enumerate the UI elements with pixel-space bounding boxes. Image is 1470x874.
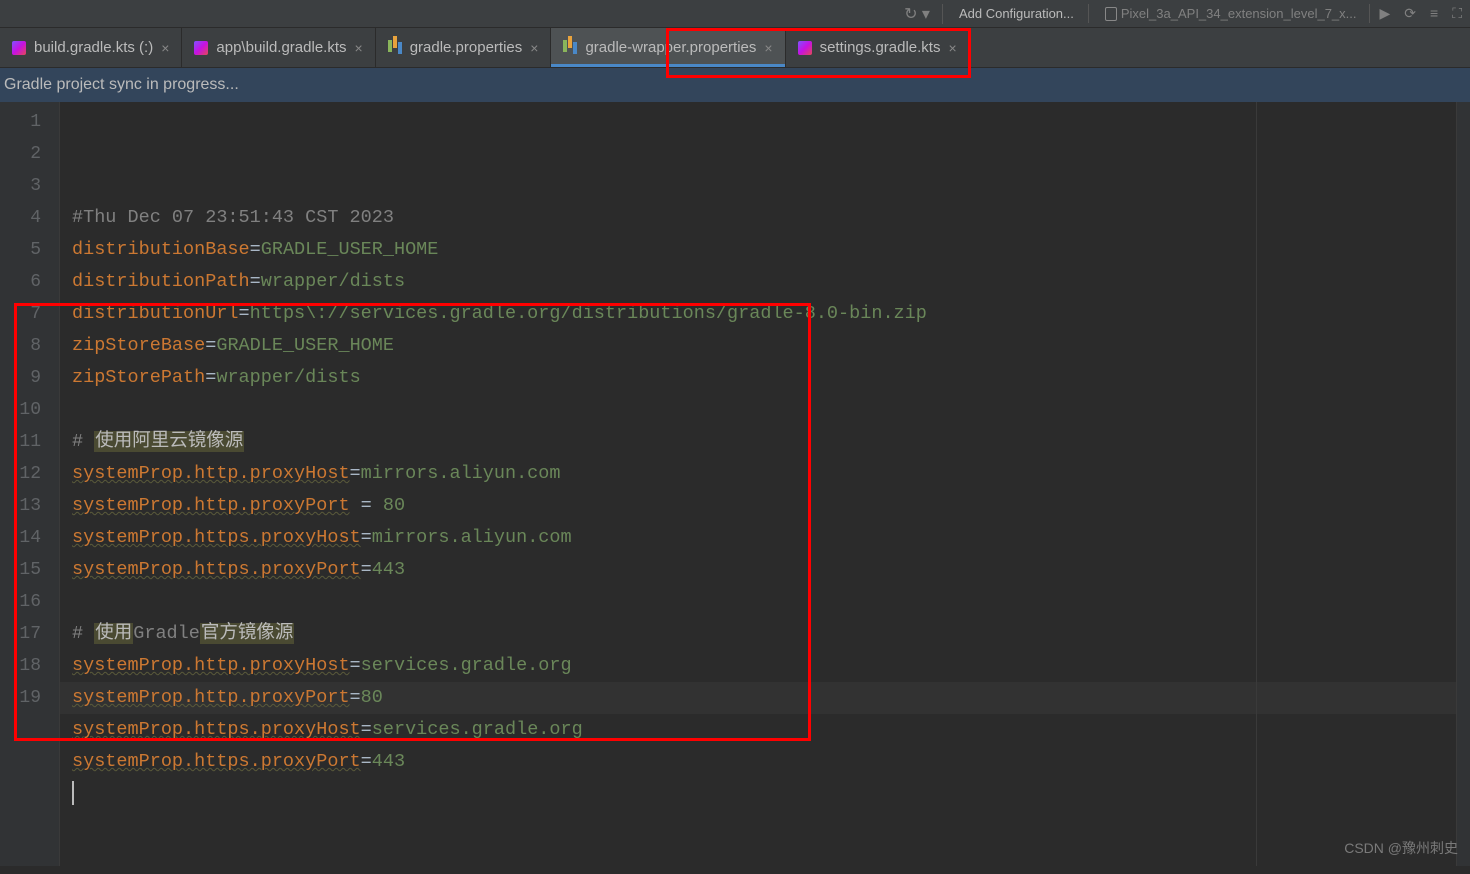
tab-build-gradle-kts----[interactable]: build.gradle.kts (:) × [0,28,182,67]
tab-gradle-properties[interactable]: gradle.properties × [376,28,552,67]
profile-icon[interactable]: ≡ [1430,5,1438,22]
run-icon[interactable]: ▶ [1380,5,1391,22]
code-line: systemProp.http.proxyPort = 80 [72,490,1456,522]
line-number: 6 [0,266,41,298]
props-file-icon [563,39,577,56]
line-number: 17 [0,618,41,650]
tab-label: build.gradle.kts (:) [34,39,153,56]
debug-icon[interactable]: ⟳ [1404,5,1416,22]
watermark: CSDN @豫州刺史 [1344,838,1458,858]
line-number: 19 [0,682,41,714]
code-line: distributionPath=wrapper/dists [72,266,1456,298]
line-number: 16 [0,586,41,618]
line-number: 4 [0,202,41,234]
code-line: distributionUrl=https\://services.gradle… [72,298,1456,330]
code-line: # 使用阿里云镜像源 [72,426,1456,458]
close-icon[interactable]: × [530,40,538,56]
code-area[interactable]: #Thu Dec 07 23:51:43 CST 2023distributio… [60,102,1456,866]
sync-message: Gradle project sync in progress... [4,76,239,94]
line-number: 7 [0,298,41,330]
kts-file-icon [12,41,26,55]
kts-file-icon [798,41,812,55]
close-icon[interactable]: × [764,40,772,56]
sync-progress-bar: Gradle project sync in progress... [0,68,1470,102]
line-number: 5 [0,234,41,266]
device-icon [1105,7,1117,21]
line-number: 10 [0,394,41,426]
device-label: Pixel_3a_API_34_extension_level_7_x... [1121,6,1357,21]
code-line: systemProp.https.proxyPort=443 [72,746,1456,778]
stop-icon[interactable]: ⛶ [1452,5,1462,22]
tab-label: gradle-wrapper.properties [585,39,756,56]
line-number: 3 [0,170,41,202]
close-icon[interactable]: × [161,40,169,56]
editor-tabs: build.gradle.kts (:)×app\build.gradle.kt… [0,28,1470,68]
tab-label: settings.gradle.kts [820,39,941,56]
line-number: 8 [0,330,41,362]
line-number: 11 [0,426,41,458]
code-line: systemProp.https.proxyHost=services.grad… [72,714,1456,746]
line-number: 9 [0,362,41,394]
code-line: zipStorePath=wrapper/dists [72,362,1456,394]
main-toolbar: ↻ ▾ Add Configuration... Pixel_3a_API_34… [0,0,1470,28]
line-number: 12 [0,458,41,490]
tab-label: gradle.properties [410,39,523,56]
code-line: distributionBase=GRADLE_USER_HOME [72,234,1456,266]
code-line: #Thu Dec 07 23:51:43 CST 2023 [72,202,1456,234]
code-editor[interactable]: 12345678910111213141516171819 #Thu Dec 0… [0,102,1470,866]
code-line: systemProp.https.proxyHost=mirrors.aliyu… [72,522,1456,554]
code-line: systemProp.http.proxyPort=80 [72,682,1456,714]
line-number: 2 [0,138,41,170]
line-number: 1 [0,106,41,138]
device-selector[interactable]: Pixel_3a_API_34_extension_level_7_x... [1099,4,1370,23]
line-number: 13 [0,490,41,522]
tab-settings-gradle-kts[interactable]: settings.gradle.kts × [786,28,970,67]
add-configuration-button[interactable]: Add Configuration... [953,4,1089,23]
line-number: 15 [0,554,41,586]
sync-icon[interactable]: ↻ ▾ [904,4,943,24]
close-icon[interactable]: × [948,40,956,56]
line-number: 14 [0,522,41,554]
props-file-icon [388,39,402,56]
code-line: systemProp.http.proxyHost=services.gradl… [72,650,1456,682]
line-gutter: 12345678910111213141516171819 [0,102,60,866]
code-line [72,394,1456,426]
tab-label: app\build.gradle.kts [216,39,346,56]
code-line: zipStoreBase=GRADLE_USER_HOME [72,330,1456,362]
close-icon[interactable]: × [355,40,363,56]
code-line: # 使用Gradle官方镜像源 [72,618,1456,650]
kts-file-icon [194,41,208,55]
tab-gradle-wrapper-properties[interactable]: gradle-wrapper.properties × [551,28,785,67]
code-line [72,778,1456,810]
line-number: 18 [0,650,41,682]
code-line: systemProp.https.proxyPort=443 [72,554,1456,586]
code-line [72,586,1456,618]
code-line: systemProp.http.proxyHost=mirrors.aliyun… [72,458,1456,490]
tab-app-build-gradle-kts[interactable]: app\build.gradle.kts × [182,28,375,67]
scrollbar-strip[interactable] [1456,102,1470,866]
